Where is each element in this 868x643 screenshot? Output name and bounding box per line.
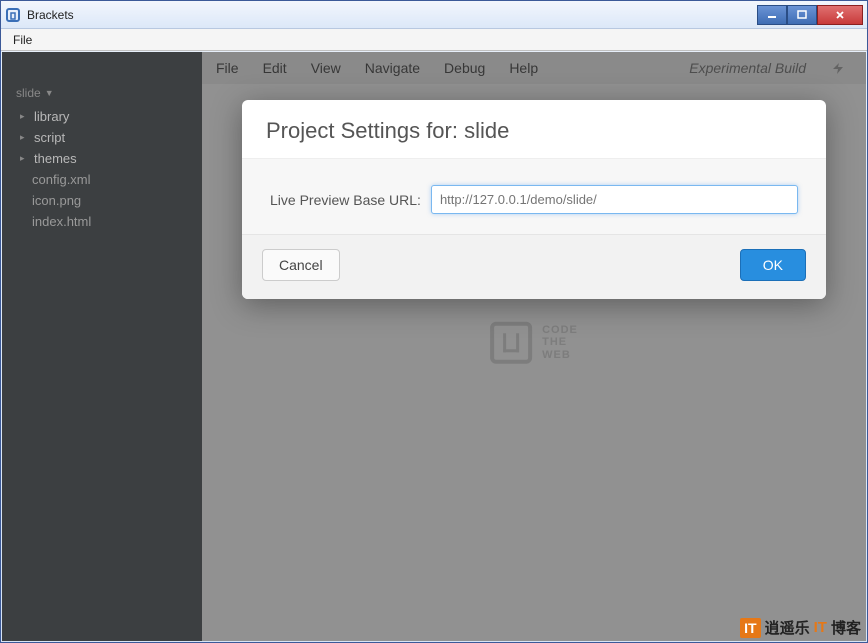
window-title: Brackets bbox=[27, 8, 757, 22]
titlebar[interactable]: Brackets bbox=[1, 1, 867, 29]
app-body: slide ▼ ▸ library ▸ script ▸ themes config.… bbox=[2, 52, 866, 641]
outer-menubar: File bbox=[1, 29, 867, 51]
app-icon bbox=[5, 7, 21, 23]
watermark-badge: IT bbox=[740, 618, 760, 638]
sidebar-item-label: themes bbox=[34, 151, 77, 166]
sidebar-item-label: index.html bbox=[32, 214, 91, 229]
modal-overlay: Project Settings for: slide Live Preview… bbox=[202, 52, 866, 641]
sidebar-item-label: library bbox=[34, 109, 69, 124]
triangle-icon: ▸ bbox=[20, 153, 28, 164]
project-name-label: slide bbox=[16, 86, 41, 100]
chevron-down-icon: ▼ bbox=[45, 88, 54, 98]
maximize-button[interactable] bbox=[787, 5, 817, 25]
project-dropdown[interactable]: slide ▼ bbox=[2, 58, 202, 106]
base-url-label: Live Preview Base URL: bbox=[270, 192, 421, 208]
triangle-icon: ▸ bbox=[20, 132, 28, 143]
sidebar-item-label: script bbox=[34, 130, 65, 145]
triangle-icon: ▸ bbox=[20, 111, 28, 122]
dialog-title: Project Settings for: slide bbox=[242, 100, 826, 159]
sidebar-item-label: icon.png bbox=[32, 193, 81, 208]
sidebar-item-index[interactable]: index.html bbox=[2, 211, 202, 232]
project-settings-dialog: Project Settings for: slide Live Preview… bbox=[242, 100, 826, 299]
base-url-input[interactable] bbox=[431, 185, 798, 214]
window-frame: Brackets File slide ▼ ▸ library ▸ script ▸… bbox=[0, 0, 868, 643]
sidebar-item-themes[interactable]: ▸ themes bbox=[2, 148, 202, 169]
close-button[interactable] bbox=[817, 5, 863, 25]
ok-button[interactable]: OK bbox=[740, 249, 806, 281]
sidebar-item-library[interactable]: ▸ library bbox=[2, 106, 202, 127]
editor-area: File Edit View Navigate Debug Help Exper… bbox=[202, 52, 866, 641]
sidebar-item-config[interactable]: config.xml bbox=[2, 169, 202, 190]
sidebar: slide ▼ ▸ library ▸ script ▸ themes config.… bbox=[2, 52, 202, 641]
sidebar-item-label: config.xml bbox=[32, 172, 91, 187]
cancel-button[interactable]: Cancel bbox=[262, 249, 340, 281]
sidebar-item-icon[interactable]: icon.png bbox=[2, 190, 202, 211]
watermark: IT 逍遥乐IT博客 bbox=[740, 617, 861, 638]
minimize-button[interactable] bbox=[757, 5, 787, 25]
outer-menu-file[interactable]: File bbox=[7, 31, 38, 49]
sidebar-item-script[interactable]: ▸ script bbox=[2, 127, 202, 148]
